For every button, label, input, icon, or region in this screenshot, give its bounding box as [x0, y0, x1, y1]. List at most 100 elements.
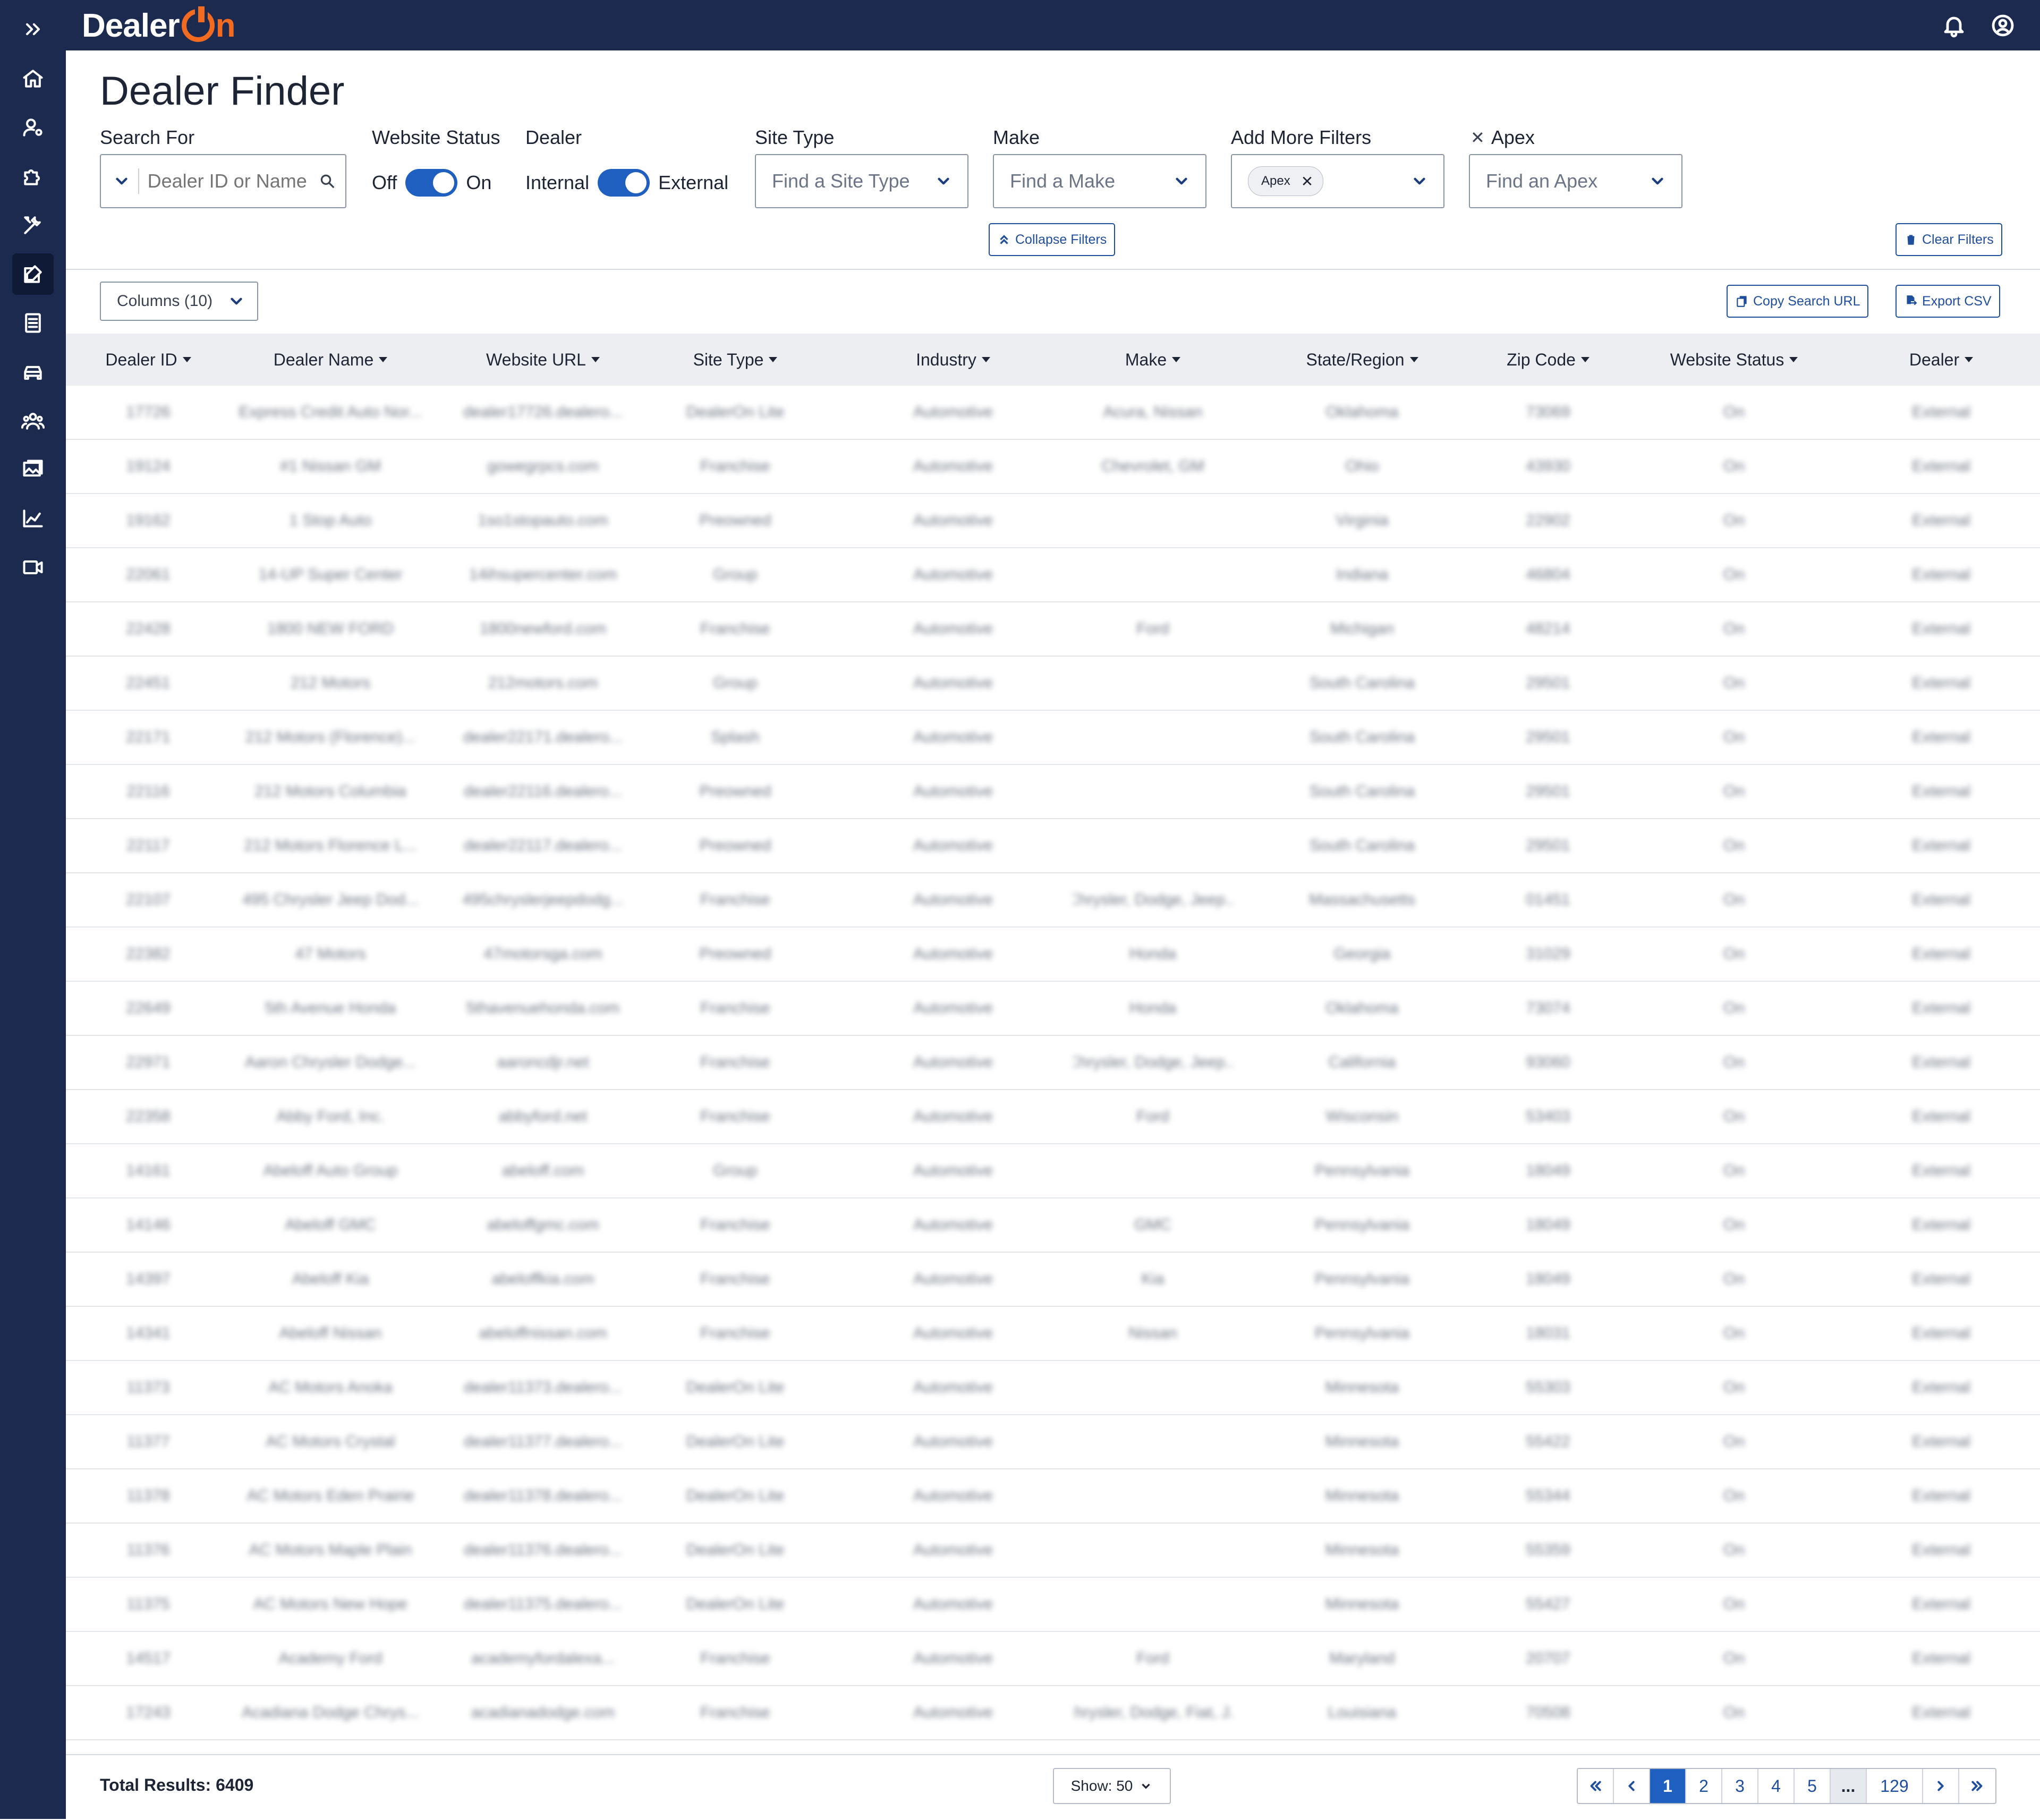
- table-row[interactable]: 17726 Express Credit Auto Nor... dealer177…: [66, 386, 2040, 440]
- column-header-site-type[interactable]: Site Type: [656, 334, 815, 386]
- cell-website-url[interactable]: abeloff.com: [458, 1144, 628, 1197]
- cell-website-url[interactable]: abeloffkia.com: [458, 1253, 628, 1306]
- table-row[interactable]: 22428 1800 NEW FORD 1800newford.com Franchi…: [66, 602, 2040, 657]
- sidebar-item-tools[interactable]: [12, 205, 54, 246]
- table-row[interactable]: 14517 Academy Ford academyfordalexa... Fran…: [66, 1632, 2040, 1686]
- cell-website-url[interactable]: aaroncdjr.net: [458, 1036, 628, 1089]
- table-row[interactable]: 19124 #1 Nissan GM gowegrpcs.com Franchise A…: [66, 440, 2040, 494]
- page-button[interactable]: 3: [1722, 1769, 1758, 1803]
- clear-filters-button[interactable]: Clear Filters: [1896, 223, 2002, 256]
- sidebar-item-home[interactable]: [12, 58, 54, 99]
- cell-website-url[interactable]: dealer17726.dealero...: [458, 386, 628, 439]
- sidebar-item-edit[interactable]: [12, 253, 54, 295]
- table-row[interactable]: 22649 5th Avenue Honda 5thavenuehonda.com F…: [66, 982, 2040, 1036]
- cell-website-url[interactable]: abeloffnissan.com: [458, 1307, 628, 1360]
- column-header-dealer-id[interactable]: Dealer ID: [87, 334, 209, 386]
- sidebar-item-users[interactable]: [12, 400, 54, 441]
- table-row[interactable]: 11377 AC Motors Crystal dealer11377.dealer…: [66, 1415, 2040, 1469]
- cell-website-url[interactable]: gowegrpcs.com: [458, 440, 628, 493]
- first-page-button[interactable]: [1578, 1769, 1614, 1803]
- table-row[interactable]: 11378 AC Motors Eden Prairie dealer11378.d…: [66, 1469, 2040, 1524]
- table-row[interactable]: 22971 Aaron Chrysler Dodge... aaroncdjr.ne…: [66, 1036, 2040, 1090]
- column-header-dealer[interactable]: Dealer: [1862, 334, 2021, 386]
- notifications-button[interactable]: [1941, 13, 1967, 38]
- copy-search-url-button[interactable]: Copy Search URL: [1727, 285, 1869, 318]
- cell-website-url[interactable]: 1800newford.com: [458, 602, 628, 656]
- table-row[interactable]: 14397 Abeloff Kia abeloffkia.com Franchise A…: [66, 1253, 2040, 1307]
- table-row[interactable]: 17243 Acadiana Dodge Chrys... acadianadodg…: [66, 1686, 2040, 1740]
- search-box[interactable]: [100, 154, 346, 208]
- website-status-toggle[interactable]: [405, 169, 458, 197]
- cell-website-url[interactable]: academyfordalexa...: [458, 1632, 628, 1685]
- cell-website-url[interactable]: dealer11375.dealero...: [458, 1578, 628, 1631]
- make-select[interactable]: Find a Make: [993, 154, 1206, 208]
- page-size-select[interactable]: Show: 50: [1053, 1768, 1171, 1804]
- dealeron-logo[interactable]: Dealer n: [82, 4, 235, 47]
- sidebar-item-media[interactable]: [12, 449, 54, 490]
- dealer-type-toggle[interactable]: [598, 169, 650, 197]
- cell-website-url[interactable]: 1so1stopauto.com: [458, 494, 628, 547]
- search-icon[interactable]: [319, 171, 336, 192]
- cell-website-url[interactable]: dealer11376.dealero...: [458, 1524, 628, 1577]
- sidebar-item-video[interactable]: [12, 547, 54, 588]
- table-row[interactable]: 22107 495 Chrysler Jeep Dod... 495chrysler…: [66, 873, 2040, 928]
- next-page-button[interactable]: [1923, 1769, 1959, 1803]
- remove-chip-icon[interactable]: ✕: [1301, 173, 1313, 190]
- collapse-filters-button[interactable]: Collapse Filters: [989, 223, 1116, 256]
- search-input[interactable]: [146, 169, 319, 193]
- table-row[interactable]: 11376 AC Motors Maple Plain dealer11376.de…: [66, 1524, 2040, 1578]
- column-header-state-region[interactable]: State/Region: [1256, 334, 1468, 386]
- cell-website-url[interactable]: dealer22116.dealero...: [458, 765, 628, 818]
- page-button[interactable]: 129: [1867, 1769, 1923, 1803]
- table-row[interactable]: 22171 212 Motors (Florence)... dealer22171…: [66, 711, 2040, 765]
- cell-website-url[interactable]: 212motors.com: [458, 657, 628, 710]
- column-header-website-status[interactable]: Website Status: [1633, 334, 1835, 386]
- table-row[interactable]: 14146 Abeloff GMC abeloffgmc.com Franchise A…: [66, 1198, 2040, 1253]
- column-header-make[interactable]: Make: [1073, 334, 1232, 386]
- cell-website-url[interactable]: 5thavenuehonda.com: [458, 982, 628, 1035]
- cell-website-url[interactable]: dealer11378.dealero...: [458, 1469, 628, 1523]
- cell-website-url[interactable]: abeloffgmc.com: [458, 1198, 628, 1252]
- site-type-select[interactable]: Find a Site Type: [755, 154, 968, 208]
- table-row[interactable]: 22116 212 Motors Columbia dealer22116.deal…: [66, 765, 2040, 819]
- cell-website-url[interactable]: dealer11373.dealero...: [458, 1361, 628, 1414]
- account-button[interactable]: [1990, 13, 2016, 38]
- remove-filter-icon[interactable]: ✕: [1470, 127, 1485, 148]
- column-header-website-url[interactable]: Website URL: [458, 334, 628, 386]
- apex-select[interactable]: Find an Apex: [1469, 154, 1682, 208]
- column-header-zip-code[interactable]: Zip Code: [1468, 334, 1628, 386]
- sidebar-item-reports[interactable]: [12, 302, 54, 344]
- sidebar-item-integrations[interactable]: [12, 156, 54, 197]
- cell-website-url[interactable]: 14ihsupercenter.com: [458, 548, 628, 601]
- table-row[interactable]: 14161 Abeloff Auto Group abeloff.com Group A…: [66, 1144, 2040, 1198]
- apex-filter-chip[interactable]: Apex ✕: [1248, 166, 1324, 196]
- last-page-button[interactable]: [1959, 1769, 1995, 1803]
- export-csv-button[interactable]: Export CSV: [1896, 285, 2000, 318]
- cell-website-url[interactable]: dealer22171.dealero...: [458, 711, 628, 764]
- page-button[interactable]: 1: [1650, 1769, 1686, 1803]
- expand-nav-button[interactable]: [12, 8, 54, 50]
- chevron-down-icon[interactable]: [113, 172, 131, 190]
- add-more-filters-select[interactable]: Apex ✕: [1231, 154, 1444, 208]
- table-row[interactable]: 11375 AC Motors New Hope dealer11375.deale…: [66, 1578, 2040, 1632]
- cell-website-url[interactable]: dealer22117.dealero...: [458, 819, 628, 872]
- columns-button[interactable]: Columns (10): [100, 282, 258, 321]
- table-row[interactable]: 22382 47 Motors 47motorsga.com Preowned Auto…: [66, 928, 2040, 982]
- cell-website-url[interactable]: acadianadodge.com: [458, 1686, 628, 1739]
- sidebar-item-user-settings[interactable]: [12, 107, 54, 148]
- table-row[interactable]: 14341 Abeloff Nissan abeloffnissan.com Fran…: [66, 1307, 2040, 1361]
- prev-page-button[interactable]: [1614, 1769, 1650, 1803]
- table-row[interactable]: 22061 14-UP Super Center 14ihsupercenter.c…: [66, 548, 2040, 602]
- table-row[interactable]: 22358 Abby Ford, Inc. abbyford.net Franchis…: [66, 1090, 2040, 1144]
- table-row[interactable]: 22451 212 Motors 212motors.com Group Automot…: [66, 657, 2040, 711]
- cell-website-url[interactable]: 47motorsga.com: [458, 928, 628, 981]
- page-button[interactable]: 2: [1686, 1769, 1722, 1803]
- sidebar-item-analytics[interactable]: [12, 498, 54, 539]
- cell-website-url[interactable]: abbyford.net: [458, 1090, 628, 1143]
- column-header-industry[interactable]: Industry: [873, 334, 1033, 386]
- page-button[interactable]: 5: [1795, 1769, 1831, 1803]
- sidebar-item-inventory[interactable]: [12, 351, 54, 393]
- cell-website-url[interactable]: dealer11377.dealero...: [458, 1415, 628, 1468]
- table-row[interactable]: 22117 212 Motors Florence L... dealer22117…: [66, 819, 2040, 873]
- column-header-dealer-name[interactable]: Dealer Name: [208, 334, 453, 386]
